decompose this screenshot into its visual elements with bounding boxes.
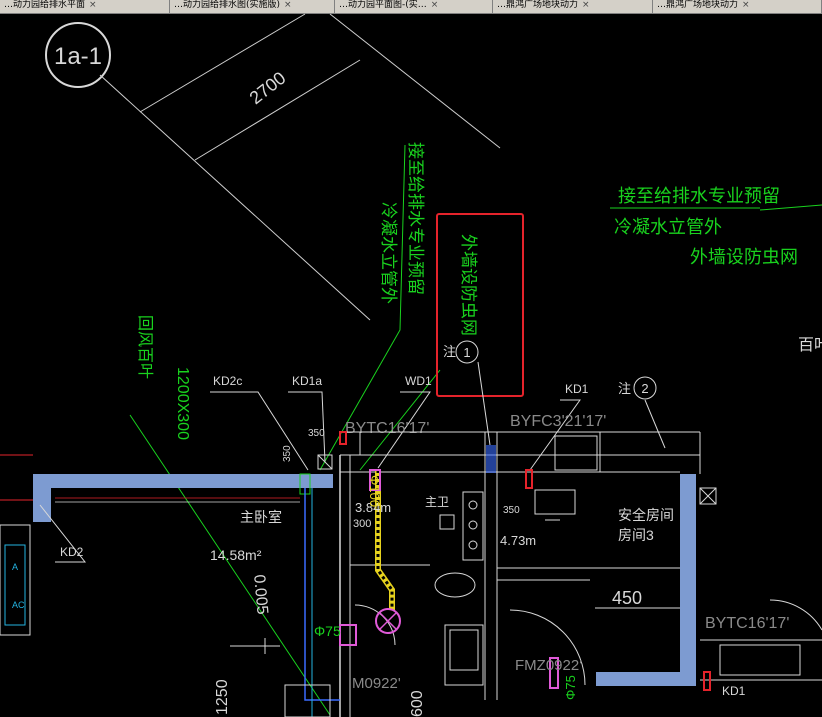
equipment-box xyxy=(554,435,598,471)
vertical-note: 冷凝水立管外 xyxy=(379,202,398,304)
dimension-text-600: 600 xyxy=(409,690,426,717)
equipment-box xyxy=(719,644,801,676)
equipment-tag: BYTC16'17' xyxy=(705,615,789,632)
kd1-bottom-label: KD1 xyxy=(722,684,746,698)
leader-line xyxy=(477,361,491,446)
close-icon[interactable]: × xyxy=(742,0,750,10)
document-tab[interactable]: …动力园平面图-(实… × xyxy=(335,0,493,13)
dimension-text-2700: 2700 xyxy=(246,68,290,108)
equipment-tag: BYTC16'17' xyxy=(345,420,429,437)
reference-number: 2 xyxy=(641,381,648,396)
cut-off-label: 百叶 xyxy=(798,336,822,354)
cad-drawing-canvas[interactable]: 1a-1 2700 回风百叶 1200X300 接至给排水专业预留 冷凝水立管外… xyxy=(0,13,822,717)
close-icon[interactable]: × xyxy=(431,0,439,10)
wall xyxy=(680,474,696,684)
dimension-text-1250: 1250 xyxy=(214,679,231,715)
right-note-line3: 外墙设防虫网 xyxy=(690,247,798,267)
dimension-text-450: 450 xyxy=(612,588,642,608)
kd2c-label: KD2c xyxy=(213,374,242,388)
document-tab[interactable]: …动力园给排水图(实施版) × xyxy=(170,0,335,13)
document-tab[interactable]: …动力园给排水平面 × xyxy=(0,0,170,13)
equipment-box xyxy=(449,629,479,671)
pipe-marker xyxy=(703,671,711,691)
room-name: 主卫 xyxy=(425,495,449,509)
room-name: 安全房间 xyxy=(618,507,674,523)
dimension-text: 350 xyxy=(282,445,293,462)
dimension-text: 350 xyxy=(308,428,325,439)
room-name: 房间3 xyxy=(618,527,654,543)
equipment-tag: BYFC3'21'17' xyxy=(510,413,606,430)
pipe-size-text: Φ100 xyxy=(367,475,382,507)
vertical-note: 外墙设防虫网 xyxy=(459,234,478,336)
slope-text: 0.005 xyxy=(250,574,270,615)
pipe-size-text: Φ75 xyxy=(314,623,341,639)
dimension-text: 350 xyxy=(503,505,520,516)
door-swing xyxy=(354,604,396,646)
pipe-marker xyxy=(339,431,347,445)
wall xyxy=(596,672,696,686)
equipment-label: A xyxy=(12,562,18,572)
equipment-label: AC xyxy=(12,600,25,610)
close-icon[interactable]: × xyxy=(89,0,97,10)
equipment-icon xyxy=(468,500,478,510)
door-tag: M0922' xyxy=(352,675,401,692)
right-note-line2: 冷凝水立管外 xyxy=(614,217,722,237)
return-air-label: 回风百叶 xyxy=(136,315,154,379)
note-mark: 注 xyxy=(443,344,456,359)
document-tab[interactable]: …鼎鸿广场地块动力 × xyxy=(493,0,653,13)
leader-line xyxy=(210,391,309,471)
dimension-line xyxy=(139,13,306,113)
close-icon[interactable]: × xyxy=(582,0,590,10)
reference-number: 1 xyxy=(463,345,470,360)
document-tab[interactable]: …鼎鸿广场地块动力 × xyxy=(653,0,822,13)
vertical-note: 接至给排水专业预留 xyxy=(406,142,425,295)
equipment-box xyxy=(462,491,484,561)
dimension-text: 300 xyxy=(353,518,371,530)
door-tag: FMZ0922' xyxy=(515,657,582,674)
note-mark: 注 xyxy=(618,381,631,396)
pipe-line xyxy=(304,488,340,701)
equipment-box xyxy=(444,624,484,686)
wd1-label: WD1 xyxy=(405,374,432,388)
equipment-box xyxy=(284,684,331,717)
pipe-marker xyxy=(339,624,357,646)
document-tab-bar: …动力园给排水平面 × …动力园给排水图(实施版) × …动力园平面图-(实… × …… xyxy=(0,0,822,14)
equipment-box xyxy=(4,544,26,626)
diagonal-line xyxy=(329,13,501,149)
riser-shaft xyxy=(486,445,496,473)
highlight-box xyxy=(436,213,524,397)
kd2-label: KD2 xyxy=(60,545,84,559)
leader-line xyxy=(129,414,331,716)
kd1-label: KD1 xyxy=(565,382,589,396)
right-note-line1: 接至给排水专业预留 xyxy=(618,186,780,206)
equipment-icon xyxy=(468,520,478,530)
equipment-icon xyxy=(468,540,478,550)
kd1a-label: KD1a xyxy=(292,374,322,388)
room-name: 主卧室 xyxy=(240,509,282,525)
leader-line xyxy=(644,399,666,449)
room-area: 4.73m xyxy=(500,533,536,548)
pipe-marker xyxy=(525,469,533,489)
detail-label: 1a-1 xyxy=(54,43,102,70)
room-area: 14.58m² xyxy=(210,547,262,563)
close-icon[interactable]: × xyxy=(284,0,292,10)
leader-line xyxy=(288,391,326,463)
dimension-1200x300: 1200X300 xyxy=(174,367,191,440)
equipment-box xyxy=(534,489,576,515)
equipment-box xyxy=(439,514,455,530)
wall xyxy=(33,474,333,488)
pipe-size-text: Φ75 xyxy=(563,675,578,700)
fixture-icon xyxy=(434,572,476,598)
